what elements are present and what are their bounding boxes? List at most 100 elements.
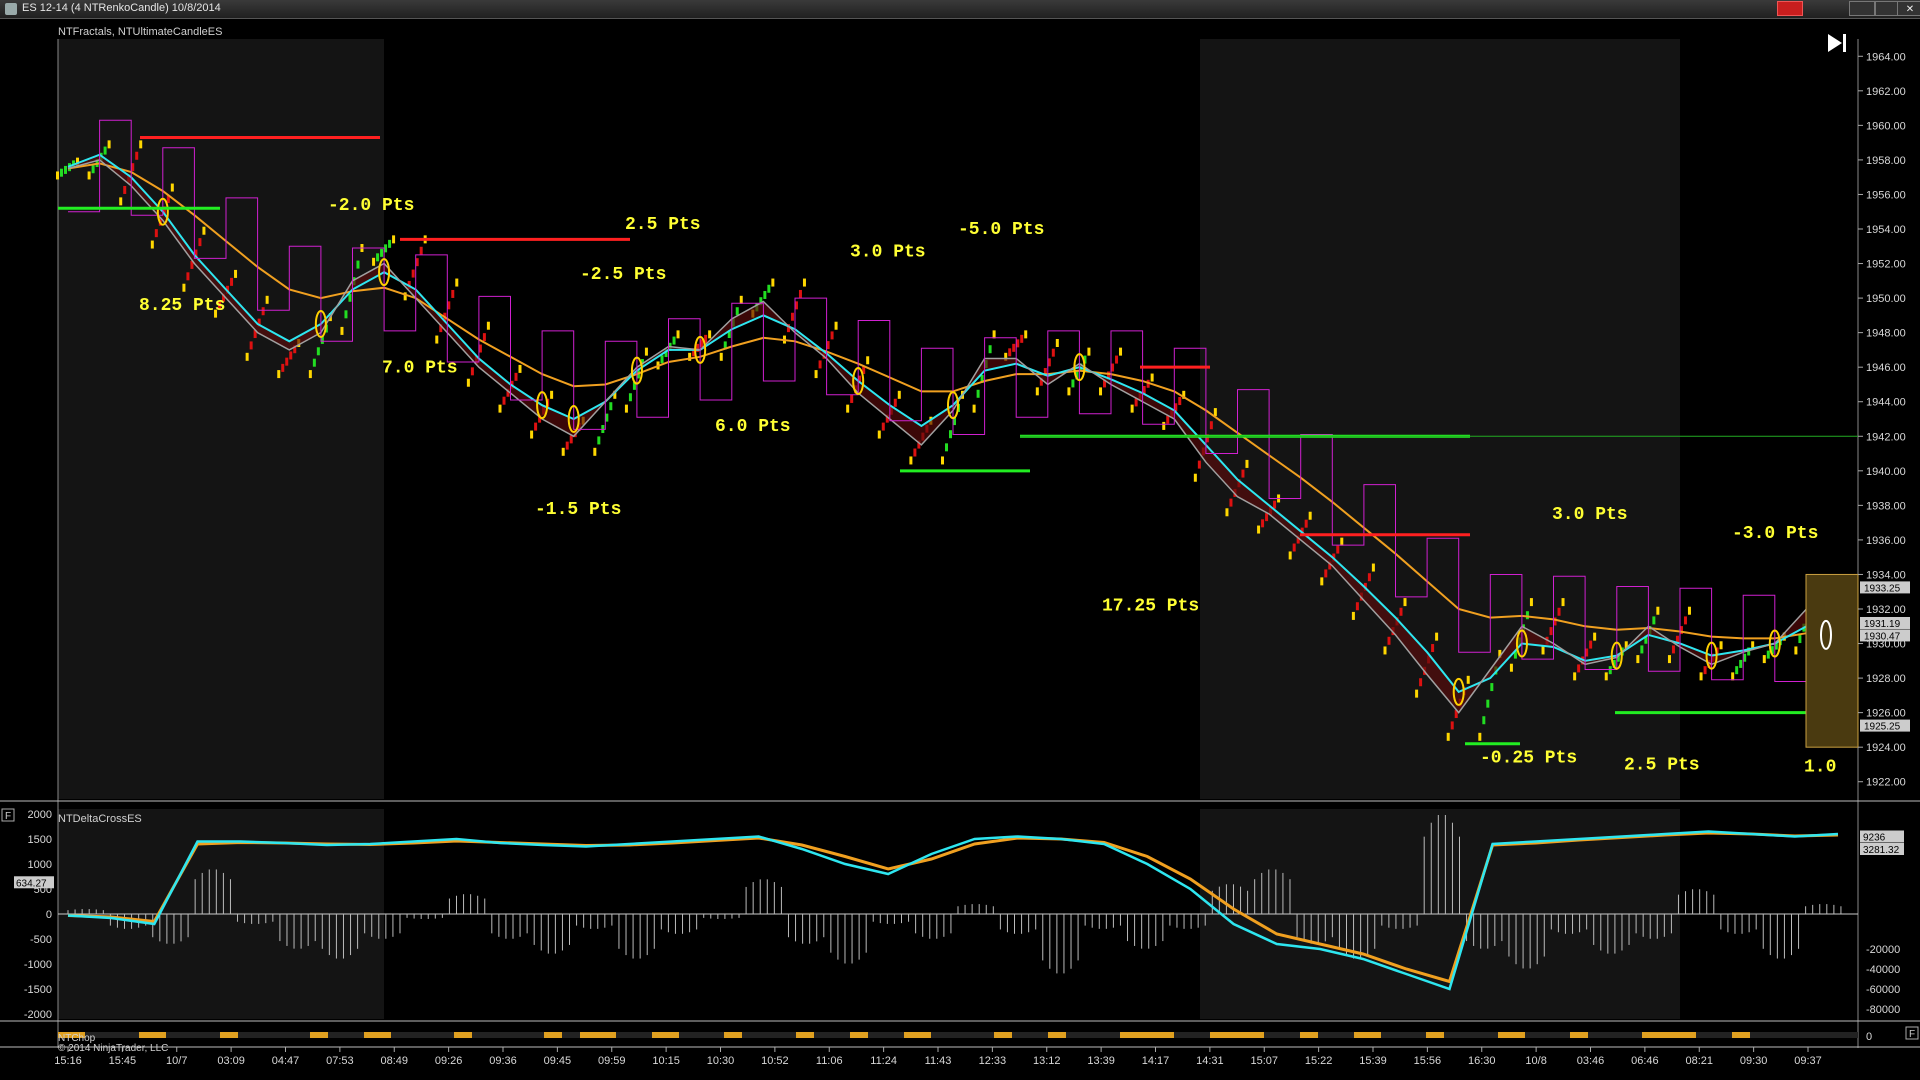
price-bar: [1213, 408, 1217, 417]
price-bar: [1766, 650, 1770, 659]
price-bar: [866, 356, 870, 365]
price-bar: [1351, 611, 1355, 620]
delta-marker-label: 634.27: [16, 878, 47, 889]
price-bar: [1166, 415, 1170, 424]
f-icon-left[interactable]: F: [1, 808, 15, 822]
chop-segment: [994, 1032, 1012, 1038]
price-bar: [1703, 666, 1707, 675]
price-tick-label: 1956.00: [1866, 189, 1906, 201]
price-bar: [1012, 343, 1016, 352]
price-bar: [1288, 551, 1292, 560]
price-marker-label: 1933.25: [1864, 583, 1901, 594]
chop-segment: [544, 1032, 562, 1038]
delta-right-tick-label: -80000: [1866, 1004, 1900, 1016]
price-bar: [565, 441, 569, 450]
trade-label: 3.0 Pts: [1552, 505, 1628, 525]
skip-to-end-icon[interactable]: [1828, 34, 1846, 52]
time-tick-label: 09:26: [435, 1055, 463, 1067]
price-bar: [1178, 397, 1182, 406]
chart-area[interactable]: -2.0 Pts 8.25 Pts 7.0 Pts -1.5 Pts -2.5 Pts 2…: [0, 19, 1920, 1080]
trade-label: 6.0 Pts: [715, 417, 791, 437]
price-tick-label: 1944.00: [1866, 397, 1906, 409]
close-icon[interactable]: [1777, 1, 1803, 16]
price-bar: [798, 289, 802, 298]
price-bar: [945, 443, 948, 452]
price-tick-label: 1922.00: [1866, 777, 1906, 789]
price-bar: [245, 352, 249, 361]
price-bar: [411, 269, 415, 278]
trade-label: 3.0 Pts: [850, 243, 926, 263]
price-bar: [261, 307, 265, 316]
price-tick-label: 1938.00: [1866, 500, 1906, 512]
time-tick-label: 03:46: [1577, 1055, 1605, 1067]
price-bar: [198, 238, 202, 247]
price-bar: [372, 257, 376, 266]
window-titlebar[interactable]: ES 12-14 (4 NTRenkoCandle) 10/8/2014 ✕: [0, 0, 1920, 19]
price-bar: [1099, 387, 1103, 396]
price-bar: [913, 448, 917, 457]
price-bar: [451, 289, 455, 298]
time-tick-label: 07:53: [326, 1055, 354, 1067]
price-tick-label: 1924.00: [1866, 742, 1906, 754]
chart-background: [0, 39, 1920, 1048]
price-bar: [277, 370, 281, 379]
price-bar: [470, 367, 474, 376]
price-bar: [1209, 421, 1213, 430]
price-tick-label: 1926.00: [1866, 708, 1906, 720]
chop-segment: [139, 1032, 166, 1038]
time-tick-label: 11:43: [925, 1055, 952, 1067]
delta-indicator-label: NTDeltaCrossES: [58, 813, 142, 825]
maximize-icon[interactable]: [1849, 1, 1875, 16]
f-icon-right[interactable]: F: [1905, 1026, 1919, 1040]
price-bar: [708, 330, 712, 339]
time-tick-label: 15:39: [1359, 1055, 1387, 1067]
price-bar: [1608, 666, 1612, 675]
price-bar: [1035, 387, 1039, 396]
trade-label: 17.25 Pts: [1102, 597, 1199, 617]
price-bar: [1008, 348, 1012, 357]
price-bar: [1604, 672, 1608, 681]
time-tick-label: 13:12: [1033, 1055, 1061, 1067]
price-bar: [1419, 678, 1423, 687]
price-bar: [107, 140, 111, 149]
price-bar: [182, 283, 186, 292]
price-marker-label: 1930.47: [1864, 631, 1901, 642]
price-tick-label: 1948.00: [1866, 328, 1906, 340]
price-bar: [1699, 672, 1703, 681]
price-bar: [561, 447, 565, 456]
price-bar: [435, 335, 439, 344]
price-bar: [1482, 716, 1486, 725]
price-bar: [1466, 675, 1470, 684]
time-tick-label: 14:17: [1142, 1055, 1170, 1067]
price-bar: [1415, 689, 1419, 698]
price-bar: [103, 146, 107, 155]
x-icon[interactable]: ✕: [1897, 1, 1920, 16]
time-tick-label: 10:30: [707, 1055, 735, 1067]
chop-tick-label: 0: [1866, 1031, 1872, 1043]
price-bar: [1087, 347, 1091, 356]
time-tick-label: 10/8: [1525, 1055, 1546, 1067]
trade-label: -5.0 Pts: [958, 220, 1044, 240]
time-tick-label: 10/7: [166, 1055, 187, 1067]
price-bar: [1024, 330, 1028, 339]
main-indicator-label: NTFractals, NTUltimateCandleES: [58, 26, 222, 38]
price-tick-label: 1962.00: [1866, 86, 1906, 98]
price-bar: [881, 422, 885, 431]
price-bar: [348, 293, 352, 302]
chop-panel[interactable]: [58, 1032, 1858, 1038]
delta-right-marker-label: 9236: [1863, 833, 1886, 844]
price-bar: [1324, 569, 1328, 578]
f-icon-left-label: F: [5, 811, 11, 822]
price-bar: [846, 404, 850, 413]
window-title: ES 12-14 (4 NTRenkoCandle) 10/8/2014: [22, 2, 221, 14]
price-bar: [154, 229, 158, 238]
chop-segment: [1570, 1032, 1588, 1038]
price-bar: [1478, 732, 1482, 741]
chop-segment: [1210, 1032, 1264, 1038]
price-bar: [1320, 577, 1324, 586]
price-bar: [1529, 598, 1533, 607]
delta-right-tick-label: -60000: [1866, 984, 1900, 996]
time-tick-label: 08:21: [1685, 1055, 1713, 1067]
price-bar: [186, 272, 190, 281]
price-bar: [1273, 500, 1277, 509]
